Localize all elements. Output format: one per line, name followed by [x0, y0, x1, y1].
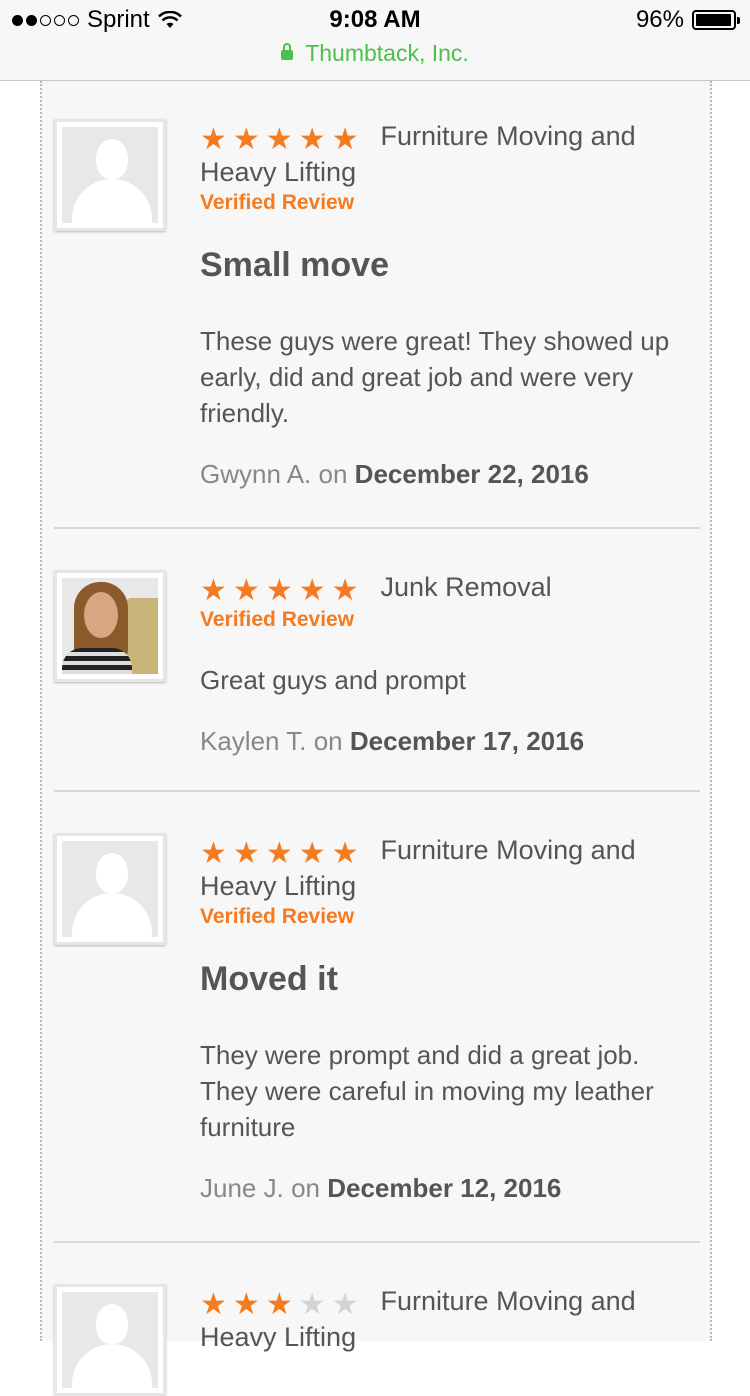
review-byline: Kaylen T. on December 17, 2016	[200, 726, 585, 756]
star-empty-icon: ★	[298, 1288, 326, 1321]
star-filled-icon: ★	[265, 1288, 293, 1321]
rating-stars: ★ ★ ★ ★ ★	[200, 1290, 359, 1320]
star-filled-icon: ★	[298, 574, 326, 607]
url-text: Thumbtack, Inc.	[305, 40, 469, 66]
lock-icon	[281, 43, 294, 60]
review-author: Gwynn A.	[200, 459, 312, 489]
review-byline: June J. on December 12, 2016	[200, 1173, 562, 1203]
review-date: December 22, 2016	[354, 459, 589, 489]
rating-stars: ★ ★ ★ ★ ★	[200, 125, 359, 155]
reviews-panel: ★ ★ ★ ★ ★ Furniture Moving and Heavy Lifting …	[40, 81, 712, 1396]
review-author: Kaylen T.	[200, 726, 307, 756]
star-filled-icon: ★	[331, 837, 359, 870]
rating-stars: ★ ★ ★ ★ ★	[200, 576, 359, 606]
star-filled-icon: ★	[232, 1288, 260, 1321]
review-date: December 17, 2016	[349, 726, 585, 756]
review-author: June J.	[200, 1173, 284, 1203]
star-filled-icon: ★	[331, 123, 359, 156]
divider	[54, 790, 700, 792]
status-right: 96%	[635, 6, 740, 34]
default-avatar-icon	[62, 127, 158, 223]
battery-percent: 96%	[635, 6, 684, 33]
rating-stars: ★ ★ ★ ★ ★	[200, 839, 359, 869]
star-filled-icon: ★	[232, 123, 260, 156]
reviewer-avatar[interactable]	[54, 570, 166, 682]
star-filled-icon: ★	[200, 574, 227, 607]
verified-badge: Verified Review	[200, 905, 355, 928]
star-filled-icon: ★	[200, 123, 227, 156]
status-bar: Sprint 9:08 AM 96% Thumbtack, Inc.	[0, 0, 750, 81]
star-filled-icon: ★	[265, 123, 293, 156]
verified-badge: Verified Review	[200, 608, 355, 631]
default-avatar-icon	[62, 1292, 158, 1388]
star-filled-icon: ★	[298, 837, 326, 870]
reviewer-photo	[62, 578, 158, 674]
review-title: Moved it	[200, 960, 338, 998]
default-avatar-icon	[62, 841, 158, 937]
star-filled-icon: ★	[265, 837, 293, 870]
review-body: They were prompt and did a great job. Th…	[200, 1040, 654, 1142]
battery-icon	[692, 10, 740, 30]
star-filled-icon: ★	[331, 574, 359, 607]
url-bar[interactable]: Thumbtack, Inc.	[0, 40, 750, 67]
star-filled-icon: ★	[200, 1288, 227, 1321]
star-filled-icon: ★	[298, 123, 326, 156]
divider	[54, 527, 700, 529]
star-empty-icon: ★	[331, 1288, 359, 1321]
review-date: December 12, 2016	[327, 1173, 562, 1203]
review-body: These guys were great! They showed up ea…	[200, 326, 670, 428]
divider	[54, 1241, 700, 1243]
review-title: Small move	[200, 246, 389, 284]
review-byline: Gwynn A. on December 22, 2016	[200, 459, 589, 489]
reviewer-avatar[interactable]	[54, 833, 166, 945]
star-filled-icon: ★	[265, 574, 293, 607]
reviewer-avatar[interactable]	[54, 119, 166, 231]
reviewer-avatar[interactable]	[54, 1284, 166, 1396]
star-filled-icon: ★	[232, 574, 260, 607]
review-category: Junk Removal	[380, 572, 552, 602]
star-filled-icon: ★	[232, 837, 260, 870]
review-body: Great guys and prompt	[200, 665, 466, 695]
verified-badge: Verified Review	[200, 191, 355, 214]
star-filled-icon: ★	[200, 837, 227, 870]
